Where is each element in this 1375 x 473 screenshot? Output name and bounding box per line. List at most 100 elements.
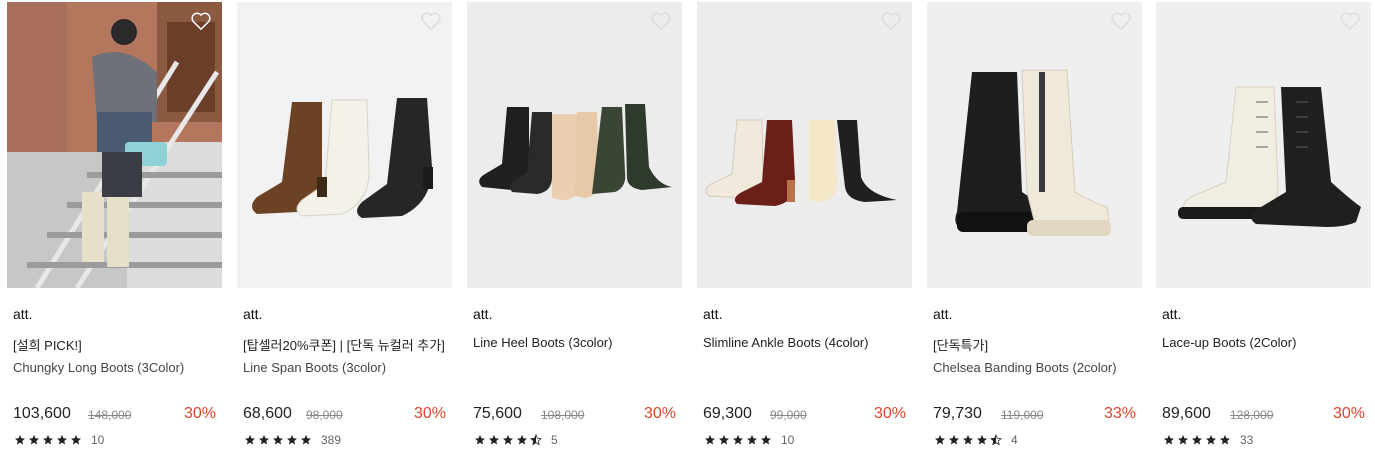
star-icon bbox=[1164, 435, 1174, 445]
product-title-line1[interactable]: Lace-up Boots (2Color) bbox=[1162, 335, 1367, 350]
boots-photo bbox=[1156, 2, 1371, 288]
product-card[interactable]: att. [탑셀러20%쿠폰] | [단독 뉴컬러 추가] Line Span … bbox=[237, 2, 452, 462]
rating-stars bbox=[1163, 434, 1231, 446]
star-icon bbox=[273, 435, 283, 445]
star-half-icon bbox=[990, 434, 1002, 446]
star-icon bbox=[935, 435, 945, 445]
brand-name[interactable]: att. bbox=[243, 306, 262, 322]
sale-price: 69,300 bbox=[703, 405, 752, 422]
sale-price: 75,600 bbox=[473, 405, 522, 422]
sale-price: 89,600 bbox=[1162, 405, 1211, 422]
boots-photo bbox=[467, 2, 682, 288]
star-icon bbox=[747, 435, 757, 445]
review-count: 10 bbox=[91, 433, 105, 447]
product-title-line1[interactable]: [탑셀러20%쿠폰] | [단독 뉴컬러 추가] bbox=[243, 335, 448, 354]
original-price: 148,000 bbox=[88, 408, 132, 422]
star-icon bbox=[1220, 435, 1230, 445]
discount-rate: 30% bbox=[413, 405, 446, 422]
brand-name[interactable]: att. bbox=[13, 306, 32, 322]
heart-outline-icon[interactable] bbox=[190, 11, 212, 31]
sale-price: 79,730 bbox=[933, 405, 982, 422]
product-title-line2[interactable]: Chelsea Banding Boots (2color) bbox=[933, 360, 1138, 375]
product-card[interactable]: att. [설희 PICK!] Chungky Long Boots (3Col… bbox=[7, 2, 222, 462]
heart-outline-icon[interactable] bbox=[1110, 11, 1132, 31]
discount-rate: 30% bbox=[643, 405, 676, 422]
boots-photo bbox=[927, 2, 1142, 288]
brand-name[interactable]: att. bbox=[1162, 306, 1181, 322]
sale-price: 103,600 bbox=[13, 405, 71, 422]
star-icon bbox=[57, 435, 67, 445]
product-card[interactable]: att. Lace-up Boots (2Color) 89,600 128,0… bbox=[1156, 2, 1371, 462]
star-icon bbox=[301, 435, 311, 445]
star-icon bbox=[705, 435, 715, 445]
product-title-line2[interactable]: Chungky Long Boots (3Color) bbox=[13, 360, 218, 375]
product-image[interactable] bbox=[467, 2, 682, 288]
product-title-line1[interactable]: [단독특가] bbox=[933, 335, 1138, 354]
product-card[interactable]: att. [단독특가] Chelsea Banding Boots (2colo… bbox=[927, 2, 1142, 462]
product-title-line1[interactable]: Line Heel Boots (3color) bbox=[473, 335, 678, 350]
heart-outline-icon[interactable] bbox=[1339, 11, 1361, 31]
product-image[interactable] bbox=[1156, 2, 1371, 288]
star-icon bbox=[245, 435, 255, 445]
rating-stars bbox=[244, 434, 312, 446]
star-icon bbox=[719, 435, 729, 445]
original-price: 99,000 bbox=[770, 408, 807, 422]
original-price: 98,000 bbox=[306, 408, 343, 422]
star-icon bbox=[1178, 435, 1188, 445]
star-icon bbox=[949, 435, 959, 445]
star-icon bbox=[1206, 435, 1216, 445]
star-icon bbox=[503, 435, 513, 445]
product-image[interactable] bbox=[237, 2, 452, 288]
discount-rate: 30% bbox=[183, 405, 216, 422]
discount-rate: 30% bbox=[873, 405, 906, 422]
star-icon bbox=[475, 435, 485, 445]
original-price: 108,000 bbox=[541, 408, 585, 422]
heart-outline-icon[interactable] bbox=[420, 11, 442, 31]
product-title-line2[interactable]: Line Span Boots (3color) bbox=[243, 360, 448, 375]
product-card[interactable]: att. Line Heel Boots (3color) 75,600 108… bbox=[467, 2, 682, 462]
review-count: 5 bbox=[551, 433, 558, 447]
discount-rate: 33% bbox=[1103, 405, 1136, 422]
review-count: 33 bbox=[1240, 433, 1254, 447]
product-image[interactable] bbox=[697, 2, 912, 288]
review-count: 4 bbox=[1011, 433, 1018, 447]
rating-stars bbox=[704, 434, 772, 446]
star-icon bbox=[1192, 435, 1202, 445]
heart-outline-icon[interactable] bbox=[880, 11, 902, 31]
star-icon bbox=[287, 435, 297, 445]
discount-rate: 30% bbox=[1332, 405, 1365, 422]
review-count: 10 bbox=[781, 433, 795, 447]
rating-stars bbox=[934, 434, 1002, 446]
star-icon bbox=[977, 435, 987, 445]
model-photo bbox=[7, 2, 222, 288]
star-icon bbox=[489, 435, 499, 445]
brand-name[interactable]: att. bbox=[933, 306, 952, 322]
brand-name[interactable]: att. bbox=[473, 306, 492, 322]
star-icon bbox=[259, 435, 269, 445]
rating-stars bbox=[14, 434, 82, 446]
rating-stars bbox=[474, 434, 542, 446]
product-card[interactable]: att. Slimline Ankle Boots (4color) 69,30… bbox=[697, 2, 912, 462]
product-title-line1[interactable]: Slimline Ankle Boots (4color) bbox=[703, 335, 908, 350]
star-icon bbox=[733, 435, 743, 445]
star-icon bbox=[963, 435, 973, 445]
star-icon bbox=[15, 435, 25, 445]
product-grid: att. [설희 PICK!] Chungky Long Boots (3Col… bbox=[7, 2, 1371, 462]
product-image[interactable] bbox=[927, 2, 1142, 288]
heart-outline-icon[interactable] bbox=[650, 11, 672, 31]
boots-photo bbox=[237, 2, 452, 288]
star-half-icon bbox=[530, 434, 542, 446]
original-price: 128,000 bbox=[1230, 408, 1274, 422]
star-icon bbox=[517, 435, 527, 445]
product-title-line1[interactable]: [설희 PICK!] bbox=[13, 335, 218, 354]
review-count: 389 bbox=[321, 433, 342, 447]
brand-name[interactable]: att. bbox=[703, 306, 722, 322]
star-icon bbox=[29, 435, 39, 445]
product-image[interactable] bbox=[7, 2, 222, 288]
star-icon bbox=[761, 435, 771, 445]
star-icon bbox=[43, 435, 53, 445]
sale-price: 68,600 bbox=[243, 405, 292, 422]
star-icon bbox=[71, 435, 81, 445]
original-price: 119,000 bbox=[1001, 408, 1044, 422]
boots-photo bbox=[697, 2, 912, 288]
